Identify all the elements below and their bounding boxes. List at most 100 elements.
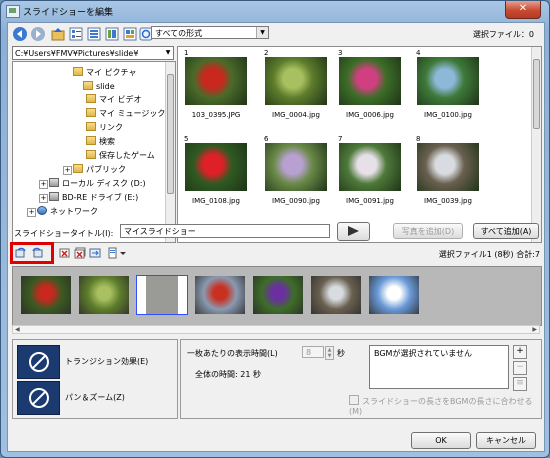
ok-button[interactable]: OK: [411, 432, 471, 449]
app-icon: [6, 5, 20, 18]
thumbnail-number: 1: [184, 49, 189, 57]
cancel-button[interactable]: キャンセル: [476, 432, 536, 449]
add-selected-button[interactable]: 写真を追加(D): [393, 223, 463, 239]
network-icon: [37, 206, 47, 215]
tree-item-public[interactable]: パブリック: [73, 163, 126, 176]
fit-to-bgm-checkbox[interactable]: スライドショーの長さをBGMの長さに合わせる(M): [349, 395, 541, 416]
title-bar: スライドショーを編集 ✕: [1, 1, 549, 21]
folder-icon: [86, 136, 96, 145]
thumbnail-number: 2: [264, 49, 269, 57]
slide-item[interactable]: [195, 276, 245, 314]
tree-item-search[interactable]: 検索: [86, 135, 115, 148]
tree-item-local-disk-d[interactable]: ローカル ディスク (D:): [49, 177, 146, 190]
checkbox-icon[interactable]: [349, 395, 359, 405]
add-bgm-icon[interactable]: +: [513, 345, 527, 359]
thumbnail-number: 8: [416, 135, 421, 143]
photo-thumbnail[interactable]: 1 103_0395.JPG: [182, 49, 250, 129]
bgm-list[interactable]: BGMが選択されていません: [369, 345, 509, 389]
tree-item-my-music[interactable]: マイ ミュージック: [86, 107, 165, 120]
transition-label[interactable]: トランジション効果(E): [65, 356, 148, 367]
dialog-client: すべての形式 ▼ 選択ファイル：0 C:¥Users¥FMV¥Pictures¥…: [7, 22, 545, 452]
tree-item-slide[interactable]: slide: [83, 80, 115, 93]
tree-item-my-pictures[interactable]: マイ ピクチャ: [73, 66, 136, 79]
folder-path-select[interactable]: C:¥Users¥FMV¥Pictures¥slide¥ ▼: [12, 46, 174, 60]
view-thumbnails-icon[interactable]: [122, 26, 138, 42]
rotate-right-icon[interactable]: [31, 247, 43, 259]
slideshow-title-label: スライドショータイトル(I):: [14, 229, 114, 238]
up-folder-icon[interactable]: [50, 26, 66, 42]
slide-item[interactable]: [369, 276, 419, 314]
properties-icon[interactable]: [107, 247, 119, 259]
bgm-settings-icon[interactable]: ≡: [513, 377, 527, 391]
dropdown-arrow-icon[interactable]: [119, 247, 127, 259]
effects-panel: トランジション効果(E) パン＆ズーム(Z): [12, 339, 178, 419]
expand-icon[interactable]: +: [39, 180, 48, 189]
slide-item[interactable]: [136, 275, 188, 315]
photo-thumbnail[interactable]: 6 IMG_0090.jpg: [262, 135, 330, 215]
thumbnail-caption: IMG_0108.jpg: [192, 197, 240, 205]
back-icon[interactable]: [12, 26, 28, 42]
panzoom-label[interactable]: パン＆ズーム(Z): [65, 392, 125, 403]
play-button[interactable]: [337, 222, 370, 241]
slide-item[interactable]: [79, 276, 129, 314]
scroll-right-icon[interactable]: ▶: [532, 326, 537, 333]
photo-thumbnail[interactable]: 3 IMG_0006.jpg: [336, 49, 404, 129]
photo-thumbnail[interactable]: 2 IMG_0004.jpg: [262, 49, 330, 129]
view-tree-icon[interactable]: [68, 26, 84, 42]
filmstrip-scrollbar[interactable]: ◀ ▶: [12, 325, 540, 334]
folder-tree: マイ ピクチャ slide マイ ビデオ マイ ミュージック リンク 検索 保存…: [12, 61, 176, 243]
tree-item-label: 保存したゲーム: [99, 151, 155, 160]
rotate-left-icon[interactable]: [15, 247, 27, 259]
move-icon[interactable]: [89, 247, 101, 259]
tree-item-my-video[interactable]: マイ ビデオ: [86, 93, 142, 106]
remove-bgm-icon[interactable]: −: [513, 361, 527, 375]
slide-item[interactable]: [311, 276, 361, 314]
photo-thumbnail[interactable]: 8 IMG_0039.jpg: [414, 135, 482, 215]
tree-scrollbar[interactable]: [165, 62, 175, 242]
folder-icon: [86, 94, 96, 103]
expand-icon[interactable]: +: [27, 208, 36, 217]
photo-thumbnail[interactable]: 5 IMG_0108.jpg: [182, 135, 250, 215]
tree-item-links[interactable]: リンク: [86, 121, 123, 134]
thumbnail-number: 5: [184, 135, 189, 143]
chevron-down-icon[interactable]: ▼: [163, 47, 173, 59]
scrollbar-thumb[interactable]: [167, 74, 174, 194]
forward-icon[interactable]: [30, 26, 46, 42]
slide-item[interactable]: [253, 276, 303, 314]
thumbnail-scrollbar[interactable]: [531, 47, 541, 242]
photo-thumbnail[interactable]: 7 IMG_0091.jpg: [336, 135, 404, 215]
format-value: すべての形式: [155, 29, 203, 38]
bgm-status-text: BGMが選択されていません: [374, 349, 472, 358]
add-all-button[interactable]: すべて追加(A): [473, 223, 539, 239]
panzoom-none-icon[interactable]: [17, 381, 60, 415]
file-format-select[interactable]: すべての形式 ▼: [151, 26, 269, 39]
folder-icon: [73, 164, 83, 173]
thumbnail-grid: 1 103_0395.JPG 2 IMG_0004.jpg 3 IMG_0006.jpg 4…: [177, 46, 542, 243]
slide-item[interactable]: [21, 276, 71, 314]
thumbnail-number: 6: [264, 135, 269, 143]
per-slide-duration-input[interactable]: 8: [302, 346, 324, 358]
transition-none-icon[interactable]: [17, 345, 60, 379]
delete-icon[interactable]: [59, 247, 71, 259]
scrollbar-thumb[interactable]: [533, 59, 540, 129]
thumbnail-caption: IMG_0004.jpg: [272, 111, 320, 119]
chevron-down-icon[interactable]: ▼: [256, 27, 268, 38]
delete-all-icon[interactable]: [74, 247, 86, 259]
expand-icon[interactable]: +: [39, 194, 48, 203]
photo-image: [417, 57, 479, 105]
scroll-left-icon[interactable]: ◀: [15, 326, 20, 333]
tree-item-label: ローカル ディスク (D:): [62, 179, 146, 188]
spinner-arrows-icon[interactable]: ▲ ▼: [325, 346, 334, 360]
tree-item-label: マイ ピクチャ: [86, 68, 137, 77]
photo-image: [265, 57, 327, 105]
expand-icon[interactable]: +: [63, 166, 72, 175]
tree-item-network[interactable]: ネットワーク: [37, 205, 98, 218]
close-button[interactable]: ✕: [505, 1, 541, 19]
view-details-icon[interactable]: [104, 26, 120, 42]
photo-thumbnail[interactable]: 4 IMG_0100.jpg: [414, 49, 482, 129]
slideshow-title-input[interactable]: マイスライドショー: [120, 224, 330, 238]
tree-item-saved-games[interactable]: 保存したゲーム: [86, 149, 155, 162]
view-list-icon[interactable]: [86, 26, 102, 42]
thumbnail-caption: IMG_0039.jpg: [424, 197, 472, 205]
tree-item-bd-re-drive-e[interactable]: BD-RE ドライブ (E:): [49, 191, 138, 204]
